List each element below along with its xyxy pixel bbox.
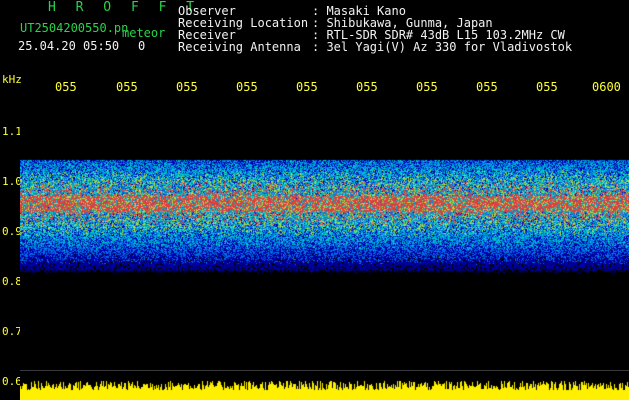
spectrogram-canvas: [20, 100, 629, 400]
x-tick: 055: [116, 80, 138, 94]
y-tick: 0.9: [2, 225, 22, 238]
x-tick: 0600: [592, 80, 621, 94]
baseline-divider: [20, 370, 629, 371]
y-tick: 0.6: [2, 375, 22, 388]
x-tick: 055: [416, 80, 438, 94]
x-tick: 055: [536, 80, 558, 94]
x-tick: 055: [296, 80, 318, 94]
x-tick: 055: [356, 80, 378, 94]
y-tick: 0.8: [2, 275, 22, 288]
x-tick: 055: [236, 80, 258, 94]
y-tick: 0.7: [2, 325, 22, 338]
x-tick: 055: [176, 80, 198, 94]
x-tick: 055: [476, 80, 498, 94]
x-tick: 055: [55, 80, 77, 94]
y-tick: 1.1: [2, 125, 22, 138]
y-tick: 1.0: [2, 175, 22, 188]
